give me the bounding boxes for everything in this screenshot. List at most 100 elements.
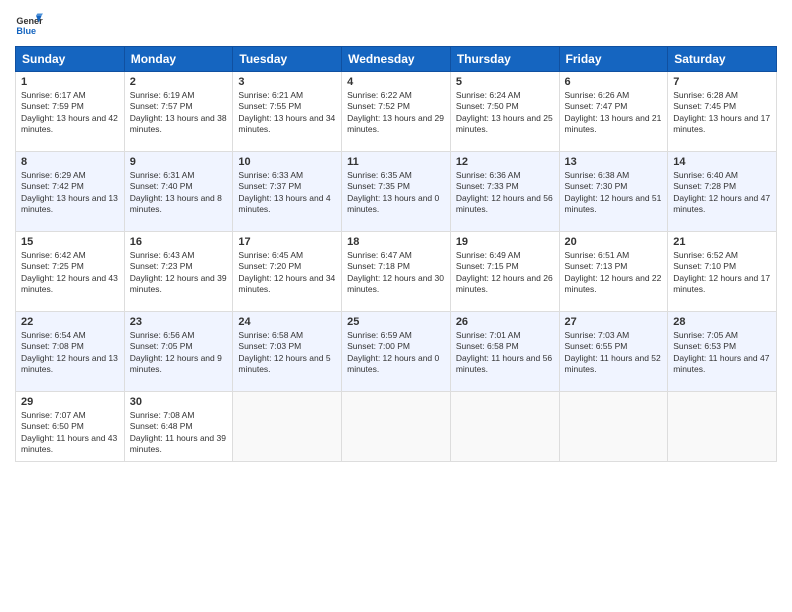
cell-content: Sunrise: 6:40 AMSunset: 7:28 PMDaylight:… xyxy=(673,170,770,214)
table-row: 26 Sunrise: 7:01 AMSunset: 6:58 PMDayligh… xyxy=(450,312,559,392)
table-row: 5 Sunrise: 6:24 AMSunset: 7:50 PMDaylight… xyxy=(450,72,559,152)
day-number: 25 xyxy=(347,316,445,328)
table-row: 6 Sunrise: 6:26 AMSunset: 7:47 PMDaylight… xyxy=(559,72,668,152)
table-row: 27 Sunrise: 7:03 AMSunset: 6:55 PMDayligh… xyxy=(559,312,668,392)
day-number: 26 xyxy=(456,316,554,328)
cell-content: Sunrise: 7:07 AMSunset: 6:50 PMDaylight:… xyxy=(21,410,117,454)
day-number: 30 xyxy=(130,396,228,408)
table-row: 13 Sunrise: 6:38 AMSunset: 7:30 PMDayligh… xyxy=(559,152,668,232)
table-row: 10 Sunrise: 6:33 AMSunset: 7:37 PMDayligh… xyxy=(233,152,342,232)
cell-content: Sunrise: 7:05 AMSunset: 6:53 PMDaylight:… xyxy=(673,330,769,374)
day-number: 6 xyxy=(565,76,663,88)
table-row: 7 Sunrise: 6:28 AMSunset: 7:45 PMDaylight… xyxy=(668,72,777,152)
cell-content: Sunrise: 6:22 AMSunset: 7:52 PMDaylight:… xyxy=(347,90,444,134)
day-number: 24 xyxy=(238,316,336,328)
table-row xyxy=(450,392,559,462)
svg-text:Blue: Blue xyxy=(16,26,36,36)
cell-content: Sunrise: 6:51 AMSunset: 7:13 PMDaylight:… xyxy=(565,250,662,294)
table-row: 9Sunrise: 6:31 AMSunset: 7:40 PMDaylight… xyxy=(124,152,233,232)
day-number: 29 xyxy=(21,396,119,408)
cell-content: Sunrise: 7:08 AMSunset: 6:48 PMDaylight:… xyxy=(130,410,226,454)
table-row: 30 Sunrise: 7:08 AMSunset: 6:48 PMDayligh… xyxy=(124,392,233,462)
cell-content: Sunrise: 6:17 AMSunset: 7:59 PMDaylight:… xyxy=(21,90,118,134)
day-number: 4 xyxy=(347,76,445,88)
cell-content: Sunrise: 6:36 AMSunset: 7:33 PMDaylight:… xyxy=(456,170,553,214)
day-number: 8 xyxy=(21,156,119,168)
cell-content: Sunrise: 6:19 AMSunset: 7:57 PMDaylight:… xyxy=(130,90,227,134)
table-row: 25 Sunrise: 6:59 AMSunset: 7:00 PMDayligh… xyxy=(342,312,451,392)
cell-content: Sunrise: 6:38 AMSunset: 7:30 PMDaylight:… xyxy=(565,170,662,214)
table-row: 28 Sunrise: 7:05 AMSunset: 6:53 PMDayligh… xyxy=(668,312,777,392)
day-number: 1 xyxy=(21,76,119,88)
day-number: 22 xyxy=(21,316,119,328)
table-row: 8 Sunrise: 6:29 AMSunset: 7:42 PMDaylight… xyxy=(16,152,125,232)
day-number: 9 xyxy=(130,156,228,168)
table-row: 14 Sunrise: 6:40 AMSunset: 7:28 PMDayligh… xyxy=(668,152,777,232)
table-row: 19 Sunrise: 6:49 AMSunset: 7:15 PMDayligh… xyxy=(450,232,559,312)
day-number: 15 xyxy=(21,236,119,248)
day-header-saturday: Saturday xyxy=(668,47,777,72)
table-row: 20 Sunrise: 6:51 AMSunset: 7:13 PMDayligh… xyxy=(559,232,668,312)
day-number: 2 xyxy=(130,76,228,88)
day-number: 16 xyxy=(130,236,228,248)
day-number: 12 xyxy=(456,156,554,168)
cell-content: Sunrise: 6:29 AMSunset: 7:42 PMDaylight:… xyxy=(21,170,118,214)
logo: General Blue xyxy=(15,10,47,38)
day-header-tuesday: Tuesday xyxy=(233,47,342,72)
cell-content: Sunrise: 6:56 AMSunset: 7:05 PMDaylight:… xyxy=(130,330,222,374)
table-row xyxy=(559,392,668,462)
cell-content: Sunrise: 6:49 AMSunset: 7:15 PMDaylight:… xyxy=(456,250,553,294)
table-row: 17 Sunrise: 6:45 AMSunset: 7:20 PMDayligh… xyxy=(233,232,342,312)
table-row: 1 Sunrise: 6:17 AMSunset: 7:59 PMDaylight… xyxy=(16,72,125,152)
table-row: 4 Sunrise: 6:22 AMSunset: 7:52 PMDaylight… xyxy=(342,72,451,152)
cell-content: Sunrise: 6:45 AMSunset: 7:20 PMDaylight:… xyxy=(238,250,335,294)
cell-content: Sunrise: 6:52 AMSunset: 7:10 PMDaylight:… xyxy=(673,250,770,294)
cell-content: Sunrise: 6:28 AMSunset: 7:45 PMDaylight:… xyxy=(673,90,770,134)
cell-content: Sunrise: 7:01 AMSunset: 6:58 PMDaylight:… xyxy=(456,330,552,374)
table-row: 21 Sunrise: 6:52 AMSunset: 7:10 PMDayligh… xyxy=(668,232,777,312)
day-number: 19 xyxy=(456,236,554,248)
day-number: 20 xyxy=(565,236,663,248)
day-number: 17 xyxy=(238,236,336,248)
day-header-monday: Monday xyxy=(124,47,233,72)
cell-content: Sunrise: 6:35 AMSunset: 7:35 PMDaylight:… xyxy=(347,170,439,214)
cell-content: Sunrise: 6:58 AMSunset: 7:03 PMDaylight:… xyxy=(238,330,330,374)
day-number: 28 xyxy=(673,316,771,328)
table-row: 16 Sunrise: 6:43 AMSunset: 7:23 PMDayligh… xyxy=(124,232,233,312)
table-row xyxy=(342,392,451,462)
day-number: 3 xyxy=(238,76,336,88)
cell-content: Sunrise: 6:47 AMSunset: 7:18 PMDaylight:… xyxy=(347,250,444,294)
day-number: 5 xyxy=(456,76,554,88)
cell-content: Sunrise: 6:33 AMSunset: 7:37 PMDaylight:… xyxy=(238,170,330,214)
day-number: 21 xyxy=(673,236,771,248)
day-header-friday: Friday xyxy=(559,47,668,72)
table-row: 18 Sunrise: 6:47 AMSunset: 7:18 PMDayligh… xyxy=(342,232,451,312)
table-row xyxy=(668,392,777,462)
cell-content: Sunrise: 7:03 AMSunset: 6:55 PMDaylight:… xyxy=(565,330,661,374)
day-number: 11 xyxy=(347,156,445,168)
day-header-thursday: Thursday xyxy=(450,47,559,72)
table-row xyxy=(233,392,342,462)
day-number: 23 xyxy=(130,316,228,328)
cell-content: Sunrise: 6:42 AMSunset: 7:25 PMDaylight:… xyxy=(21,250,118,294)
table-row: 12 Sunrise: 6:36 AMSunset: 7:33 PMDayligh… xyxy=(450,152,559,232)
day-number: 13 xyxy=(565,156,663,168)
table-row: 11 Sunrise: 6:35 AMSunset: 7:35 PMDayligh… xyxy=(342,152,451,232)
day-number: 27 xyxy=(565,316,663,328)
day-number: 7 xyxy=(673,76,771,88)
table-row: 23 Sunrise: 6:56 AMSunset: 7:05 PMDayligh… xyxy=(124,312,233,392)
day-number: 14 xyxy=(673,156,771,168)
day-header-sunday: Sunday xyxy=(16,47,125,72)
table-row: 22 Sunrise: 6:54 AMSunset: 7:08 PMDayligh… xyxy=(16,312,125,392)
cell-content: Sunrise: 6:43 AMSunset: 7:23 PMDaylight:… xyxy=(130,250,227,294)
table-row: 24 Sunrise: 6:58 AMSunset: 7:03 PMDayligh… xyxy=(233,312,342,392)
day-number: 18 xyxy=(347,236,445,248)
day-number: 10 xyxy=(238,156,336,168)
table-row: 29 Sunrise: 7:07 AMSunset: 6:50 PMDayligh… xyxy=(16,392,125,462)
cell-content: Sunrise: 6:24 AMSunset: 7:50 PMDaylight:… xyxy=(456,90,553,134)
table-row: 15 Sunrise: 6:42 AMSunset: 7:25 PMDayligh… xyxy=(16,232,125,312)
cell-content: Sunrise: 6:21 AMSunset: 7:55 PMDaylight:… xyxy=(238,90,335,134)
cell-content: Sunrise: 6:59 AMSunset: 7:00 PMDaylight:… xyxy=(347,330,439,374)
cell-content: Sunrise: 6:54 AMSunset: 7:08 PMDaylight:… xyxy=(21,330,118,374)
cell-content: Sunrise: 6:26 AMSunset: 7:47 PMDaylight:… xyxy=(565,90,662,134)
